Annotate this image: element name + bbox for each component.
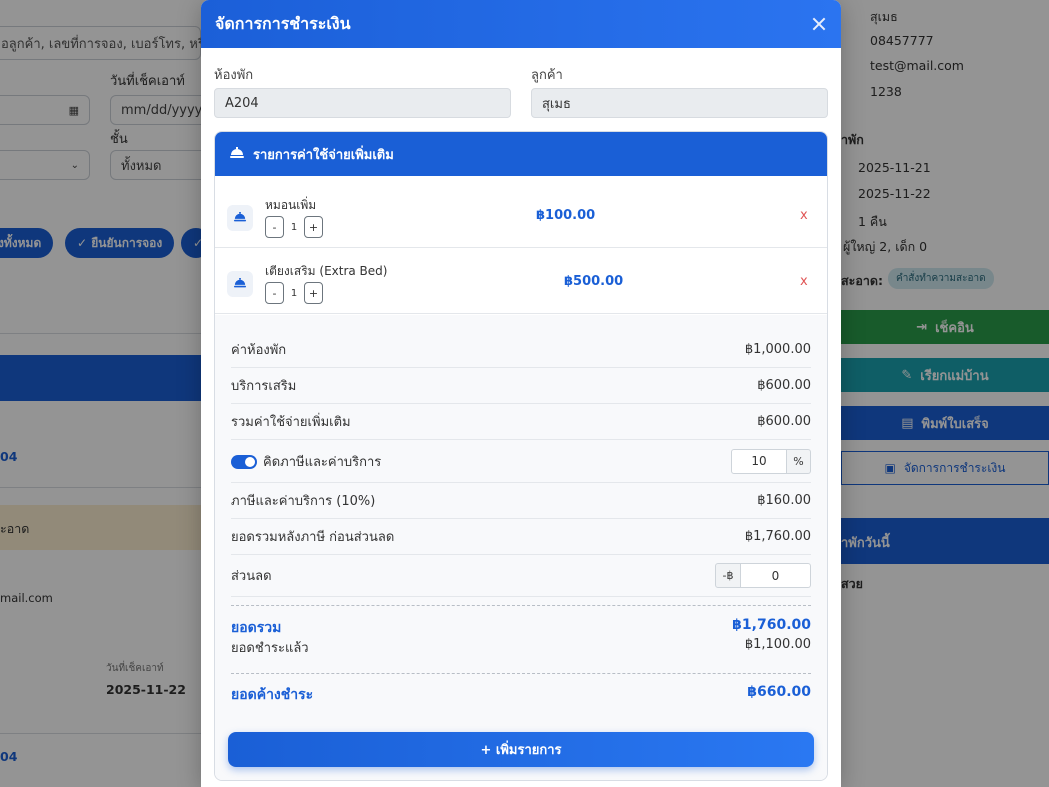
tax-rate-unit: % [787, 448, 811, 474]
summary-label: ยอดรวมหลังภาษี ก่อนส่วนลด [231, 530, 395, 545]
concierge-bell-icon [227, 271, 253, 297]
quantity-value: 1 [290, 221, 298, 233]
room-label: ห้องพัก [214, 68, 254, 83]
grand-total-line: ยอดรวม ฿1,760.00 [231, 617, 811, 639]
modal-title: จัดการการชำระเงิน [215, 13, 351, 33]
modal-header: จัดการการชำระเงิน [201, 0, 841, 48]
extra-item-row: หมอนเพิ่ม - 1 + ฿100.00 x [215, 182, 827, 248]
paid-line: ยอดชำระแล้ว ฿1,100.00 [231, 637, 811, 658]
dashed-divider [231, 673, 811, 674]
summary-row-after-tax: ยอดรวมหลังภาษี ก่อนส่วนลด ฿1,760.00 [231, 519, 811, 555]
summary-row-extras: รวมค่าใช้จ่ายเพิ่มเติม ฿600.00 [231, 404, 811, 440]
tax-rate-input-group: 10 % [731, 448, 811, 474]
customer-field[interactable]: สุเมธ [531, 88, 828, 118]
customer-label: ลูกค้า [531, 68, 563, 83]
discount-unit: -฿ [715, 563, 741, 588]
summary-label: ภาษีและค่าบริการ (10%) [231, 494, 376, 509]
quantity-value: 1 [290, 287, 298, 299]
grand-total-amount: ฿1,760.00 [732, 617, 811, 633]
increase-button[interactable]: + [304, 216, 323, 238]
summary-amount: ฿600.00 [757, 414, 811, 429]
dashed-divider [231, 605, 811, 606]
extras-card-title: รายการค่าใช้จ่ายเพิ่มเติม [253, 147, 394, 163]
room-field[interactable]: A204 [214, 88, 511, 118]
summary-row-services: บริการเสริม ฿600.00 [231, 368, 811, 404]
extras-card-header: รายการค่าใช้จ่ายเพิ่มเติม [215, 132, 827, 176]
paid-amount: ฿1,100.00 [744, 637, 811, 652]
outstanding-line: ยอดค้างชำระ ฿660.00 [231, 684, 811, 706]
quantity-stepper: - 1 + [265, 216, 323, 238]
outstanding-label: ยอดค้างชำระ [231, 687, 314, 703]
summary-amount: ฿600.00 [757, 378, 811, 393]
add-item-button[interactable]: + เพิ่มรายการ [228, 732, 814, 767]
concierge-bell-icon [230, 147, 244, 158]
summary-amount: ฿160.00 [757, 493, 811, 508]
increase-button[interactable]: + [304, 282, 323, 304]
payment-modal: จัดการการชำระเงิน ห้องพัก A204 ลูกค้า สุ… [201, 0, 841, 787]
extra-item-price: ฿500.00 [564, 274, 624, 289]
paid-label: ยอดชำระแล้ว [231, 641, 309, 656]
discount-input[interactable]: 0 [741, 563, 811, 588]
tax-toggle-label: คิดภาษีและค่าบริการ [263, 454, 382, 470]
remove-item-button[interactable]: x [800, 208, 808, 223]
summary-row-room: ค่าห้องพัก ฿1,000.00 [231, 332, 811, 368]
extra-item-name: เตียงเสริม (Extra Bed) [265, 264, 388, 278]
tax-rate-input[interactable]: 10 [731, 448, 787, 474]
summary-row-tax-toggle: คิดภาษีและค่าบริการ 10 % [231, 440, 811, 483]
remove-item-button[interactable]: x [800, 274, 808, 289]
outstanding-amount: ฿660.00 [747, 684, 811, 700]
summary-label: ค่าห้องพัก [231, 343, 287, 358]
grand-total-label: ยอดรวม [231, 620, 282, 636]
quantity-stepper: - 1 + [265, 282, 323, 304]
decrease-button[interactable]: - [265, 282, 284, 304]
close-icon[interactable] [809, 14, 829, 34]
decrease-button[interactable]: - [265, 216, 284, 238]
discount-input-group: -฿ 0 [715, 563, 811, 588]
summary-row-tax: ภาษีและค่าบริการ (10%) ฿160.00 [231, 483, 811, 519]
extras-card: รายการค่าใช้จ่ายเพิ่มเติม หมอนเพิ่ม - 1 … [214, 131, 828, 781]
extra-item-name: หมอนเพิ่ม [265, 198, 317, 212]
summary-label: บริการเสริม [231, 379, 297, 394]
payment-summary: ค่าห้องพัก ฿1,000.00 บริการเสริม ฿600.00… [215, 315, 827, 780]
summary-row-discount: ส่วนลด -฿ 0 [231, 555, 811, 597]
summary-label: รวมค่าใช้จ่ายเพิ่มเติม [231, 415, 351, 430]
summary-label: ส่วนลด [231, 569, 272, 584]
tax-toggle-switch[interactable] [231, 455, 257, 469]
concierge-bell-icon [227, 205, 253, 231]
extra-item-row: เตียงเสริม (Extra Bed) - 1 + ฿500.00 x [215, 248, 827, 314]
summary-amount: ฿1,760.00 [744, 529, 811, 544]
summary-amount: ฿1,000.00 [744, 342, 811, 357]
extra-item-price: ฿100.00 [536, 208, 596, 223]
